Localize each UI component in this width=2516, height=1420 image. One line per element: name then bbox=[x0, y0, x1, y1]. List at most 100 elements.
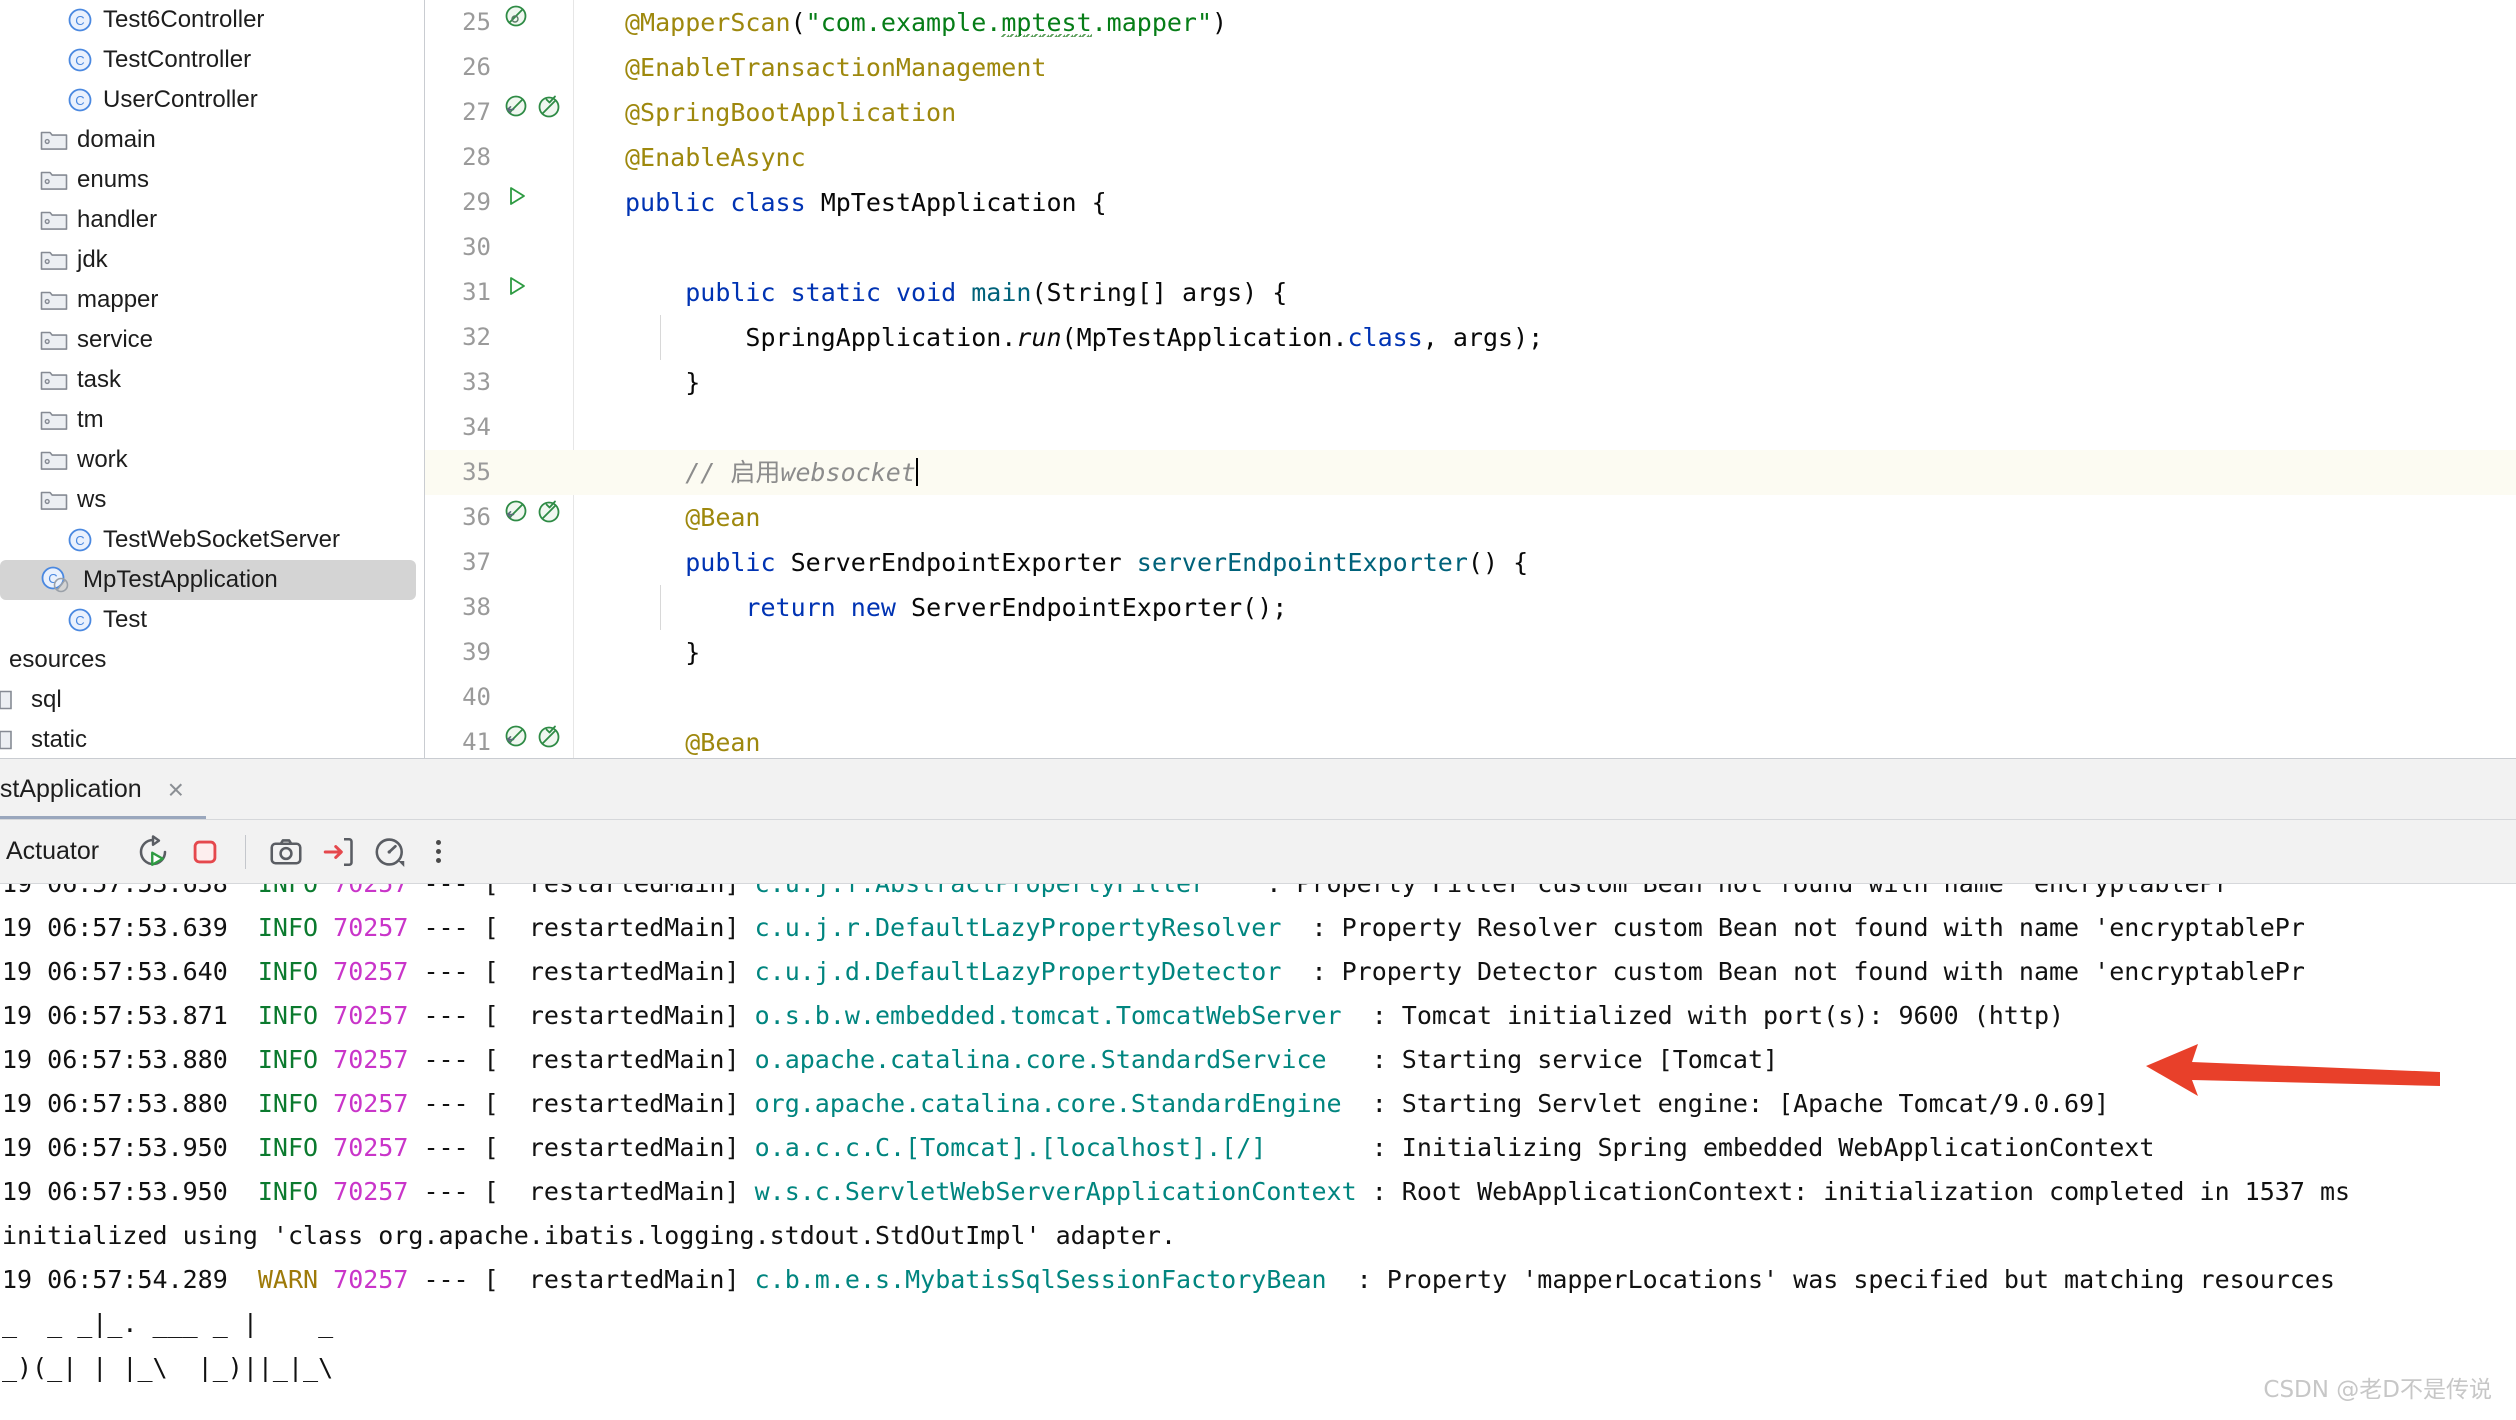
tree-item-work[interactable]: work bbox=[0, 440, 424, 480]
rerun-button[interactable] bbox=[127, 826, 179, 878]
code-line-29[interactable]: 29 public class MpTestApplication { bbox=[425, 180, 2516, 225]
tree-item-mptestapplication[interactable]: C MpTestApplication bbox=[0, 560, 416, 600]
tree-item-label: MpTestApplication bbox=[83, 566, 278, 593]
console-line: _ _ _|_. ___ _ | _ bbox=[2, 1302, 2516, 1346]
tree-item-tm[interactable]: tm bbox=[0, 400, 424, 440]
code-line-40[interactable]: 40 bbox=[425, 675, 2516, 720]
code-line-32[interactable]: 32 SpringApplication.run(MpTestApplicati… bbox=[425, 315, 2516, 360]
code-text: SpringApplication.run(MpTestApplication.… bbox=[745, 323, 1544, 352]
console-segment: : Property Filter custom Bean not found … bbox=[1266, 884, 2229, 898]
config-icon[interactable] bbox=[534, 720, 564, 758]
tree-item-label: Test6Controller bbox=[103, 6, 265, 33]
code-line-41[interactable]: 41 @Bean bbox=[425, 720, 2516, 758]
tree-item-mapper[interactable]: mapper bbox=[0, 280, 424, 320]
indent-guide bbox=[660, 315, 661, 360]
gutter-icons[interactable] bbox=[495, 180, 573, 225]
tree-item-test[interactable]: C Test bbox=[0, 600, 424, 640]
export-button[interactable] bbox=[312, 826, 364, 878]
code-line-28[interactable]: 28 @EnableAsync bbox=[425, 135, 2516, 180]
tree-item-jdk[interactable]: jdk bbox=[0, 240, 424, 280]
gutter-icons[interactable] bbox=[495, 495, 573, 540]
editor-pane[interactable]: 25 @MapperScan("com.example.mptest.mappe… bbox=[425, 0, 2516, 758]
run-tab-bar[interactable]: estApplication × bbox=[0, 758, 2516, 821]
tree-item-service[interactable]: service bbox=[0, 320, 424, 360]
line-number: 29 bbox=[462, 188, 491, 216]
config-icon[interactable] bbox=[534, 90, 564, 135]
tree-item-domain[interactable]: domain bbox=[0, 120, 424, 160]
project-tool-window[interactable]: C Test6Controller C TestController C Use… bbox=[0, 0, 425, 758]
console-segment: 70257 bbox=[333, 1177, 409, 1206]
screenshot-button[interactable] bbox=[260, 826, 312, 878]
bean-icon[interactable] bbox=[501, 90, 531, 135]
gutter-icons[interactable] bbox=[495, 0, 573, 45]
run-tab-mptestapplication[interactable]: estApplication × bbox=[0, 759, 207, 821]
run-icon[interactable] bbox=[501, 270, 531, 315]
tree-item-sql[interactable]: sql bbox=[0, 680, 424, 720]
line-number: 26 bbox=[462, 53, 491, 81]
tree-item-handler[interactable]: handler bbox=[0, 200, 424, 240]
tree-item-label: domain bbox=[77, 126, 156, 153]
code-line-25[interactable]: 25 @MapperScan("com.example.mptest.mappe… bbox=[425, 0, 2516, 45]
code-line-34[interactable]: 34 bbox=[425, 405, 2516, 450]
tree-item-static[interactable]: static bbox=[0, 720, 424, 758]
tree-item-task[interactable]: task bbox=[0, 360, 424, 400]
code-line-27[interactable]: 27 @SpringBootApplication bbox=[425, 90, 2516, 135]
tree-item-test6controller[interactable]: C Test6Controller bbox=[0, 0, 424, 40]
code-line-33[interactable]: 33 } bbox=[425, 360, 2516, 405]
code-text: @EnableAsync bbox=[625, 143, 806, 172]
code-text: @MapperScan("com.example.mptest.mapper") bbox=[625, 8, 1228, 39]
close-icon[interactable]: × bbox=[168, 775, 184, 804]
tree-item-testwebsocketserver[interactable]: C TestWebSocketServer bbox=[0, 520, 424, 560]
code-line-39[interactable]: 39 } bbox=[425, 630, 2516, 675]
console-segment: 70257 bbox=[333, 1265, 409, 1294]
code-line-31[interactable]: 31 public static void main(String[] args… bbox=[425, 270, 2516, 315]
folder-icon bbox=[40, 448, 68, 472]
tree-item-esources[interactable]: esources bbox=[0, 640, 424, 680]
actuator-toolbar[interactable]: Actuator bbox=[0, 820, 2516, 884]
console-segment: --- [ restartedMain] bbox=[408, 1089, 755, 1118]
bean-icon[interactable] bbox=[501, 495, 531, 540]
top-split-area: C Test6Controller C TestController C Use… bbox=[0, 0, 2516, 758]
bean-nav-icon[interactable] bbox=[501, 0, 531, 45]
line-number: 25 bbox=[462, 8, 491, 36]
code-text: @SpringBootApplication bbox=[625, 98, 957, 127]
line-number: 38 bbox=[462, 593, 491, 621]
svg-text:C: C bbox=[75, 93, 84, 108]
stop-button[interactable] bbox=[179, 826, 231, 878]
tree-item-ws[interactable]: ws bbox=[0, 480, 424, 520]
config-icon[interactable] bbox=[534, 495, 564, 540]
config-icon bbox=[538, 95, 560, 118]
code-content[interactable]: 25 @MapperScan("com.example.mptest.mappe… bbox=[425, 0, 2516, 758]
code-line-36[interactable]: 36 @Bean bbox=[425, 495, 2516, 540]
console-output[interactable]: 19 06:57:53.638 INFO 70257 --- [ restart… bbox=[0, 884, 2516, 1420]
tree-item-label: mapper bbox=[77, 286, 159, 313]
code-line-26[interactable]: 26 @EnableTransactionManagement bbox=[425, 45, 2516, 90]
tree-item-label: TestWebSocketServer bbox=[103, 526, 340, 553]
console-segment: : Property 'mapperLocations' was specifi… bbox=[1326, 1265, 2335, 1294]
java-class-icon: C bbox=[66, 86, 94, 114]
console-segment: 70257 bbox=[333, 913, 409, 942]
console-segment: 19 06:57:53.950 bbox=[2, 1133, 258, 1162]
console-segment: : Property Resolver custom Bean not foun… bbox=[1281, 913, 2305, 942]
console-line: 19 06:57:53.638 INFO 70257 --- [ restart… bbox=[2, 884, 2516, 906]
code-line-38[interactable]: 38 return new ServerEndpointExporter(); bbox=[425, 585, 2516, 630]
code-line-35[interactable]: 35 // 启用websocket bbox=[425, 450, 2516, 495]
tree-item-usercontroller[interactable]: C UserController bbox=[0, 80, 424, 120]
profiler-button[interactable] bbox=[364, 826, 416, 878]
gutter-icons[interactable] bbox=[495, 270, 573, 315]
tree-item-testcontroller[interactable]: C TestController bbox=[0, 40, 424, 80]
code-line-30[interactable]: 30 bbox=[425, 225, 2516, 270]
folder-icon bbox=[40, 488, 68, 512]
bean-icon[interactable] bbox=[501, 720, 531, 758]
run-icon[interactable] bbox=[501, 180, 531, 225]
line-number: 28 bbox=[462, 143, 491, 171]
gutter-icons[interactable] bbox=[495, 720, 573, 758]
gutter-icons[interactable] bbox=[495, 90, 573, 135]
line-number: 40 bbox=[462, 683, 491, 711]
more-options-button[interactable] bbox=[416, 826, 460, 878]
console-segment: 70257 bbox=[333, 1133, 409, 1162]
console-segment: : Starting Servlet engine: [Apache Tomca… bbox=[1341, 1089, 2110, 1118]
tree-item-label: sql bbox=[31, 686, 62, 713]
tree-item-enums[interactable]: enums bbox=[0, 160, 424, 200]
code-line-37[interactable]: 37 public ServerEndpointExporter serverE… bbox=[425, 540, 2516, 585]
